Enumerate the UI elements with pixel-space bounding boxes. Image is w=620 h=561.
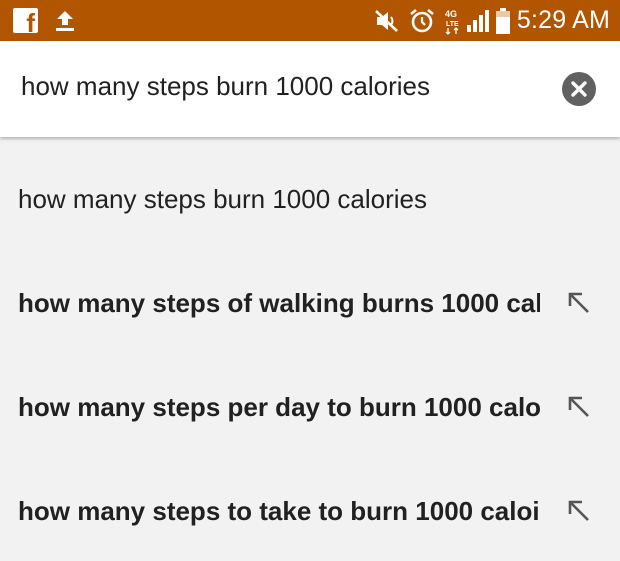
arrow-up-left-icon[interactable] xyxy=(566,498,592,524)
suggestion-text: how many steps burn 1000 calories xyxy=(18,184,428,214)
suggestion-item[interactable]: how many steps to take to burn 1000 calo… xyxy=(0,467,620,557)
arrow-up-left-icon[interactable] xyxy=(566,290,592,316)
upload-icon xyxy=(56,11,74,31)
suggestion-item[interactable]: how many steps per day to burn 1000 calo xyxy=(0,363,620,453)
search-bar[interactable]: how many steps burn 1000 calories xyxy=(0,41,620,137)
status-icons: 4G LTE 5:29 AM xyxy=(373,0,610,41)
status-time: 5:29 AM xyxy=(516,6,610,34)
network-4g-icon: 4G LTE xyxy=(445,9,459,35)
suggestion-item[interactable]: how many steps burn 1000 calories xyxy=(0,155,620,245)
facebook-icon: f xyxy=(13,8,38,36)
close-icon xyxy=(571,81,587,97)
suggestion-text: how many steps to take to burn 1000 calo… xyxy=(18,496,540,526)
network-label: 4G xyxy=(445,9,457,19)
alarm-icon xyxy=(410,8,434,32)
suggestion-item[interactable]: how many steps of walking burns 1000 cal xyxy=(0,259,620,349)
signal-icon xyxy=(466,9,489,32)
suggestion-text: how many steps of walking burns 1000 cal xyxy=(18,288,540,318)
suggestion-text: how many steps per day to burn 1000 calo xyxy=(18,392,540,422)
mute-icon xyxy=(374,9,398,32)
clear-search-button[interactable] xyxy=(562,72,596,106)
status-bar: f 4G LTE 5:29 AM xyxy=(0,0,620,41)
arrow-up-left-icon[interactable] xyxy=(566,394,592,420)
battery-icon xyxy=(495,7,510,34)
search-input[interactable]: how many steps burn 1000 calories xyxy=(21,71,430,102)
svg-text:LTE: LTE xyxy=(446,21,459,28)
